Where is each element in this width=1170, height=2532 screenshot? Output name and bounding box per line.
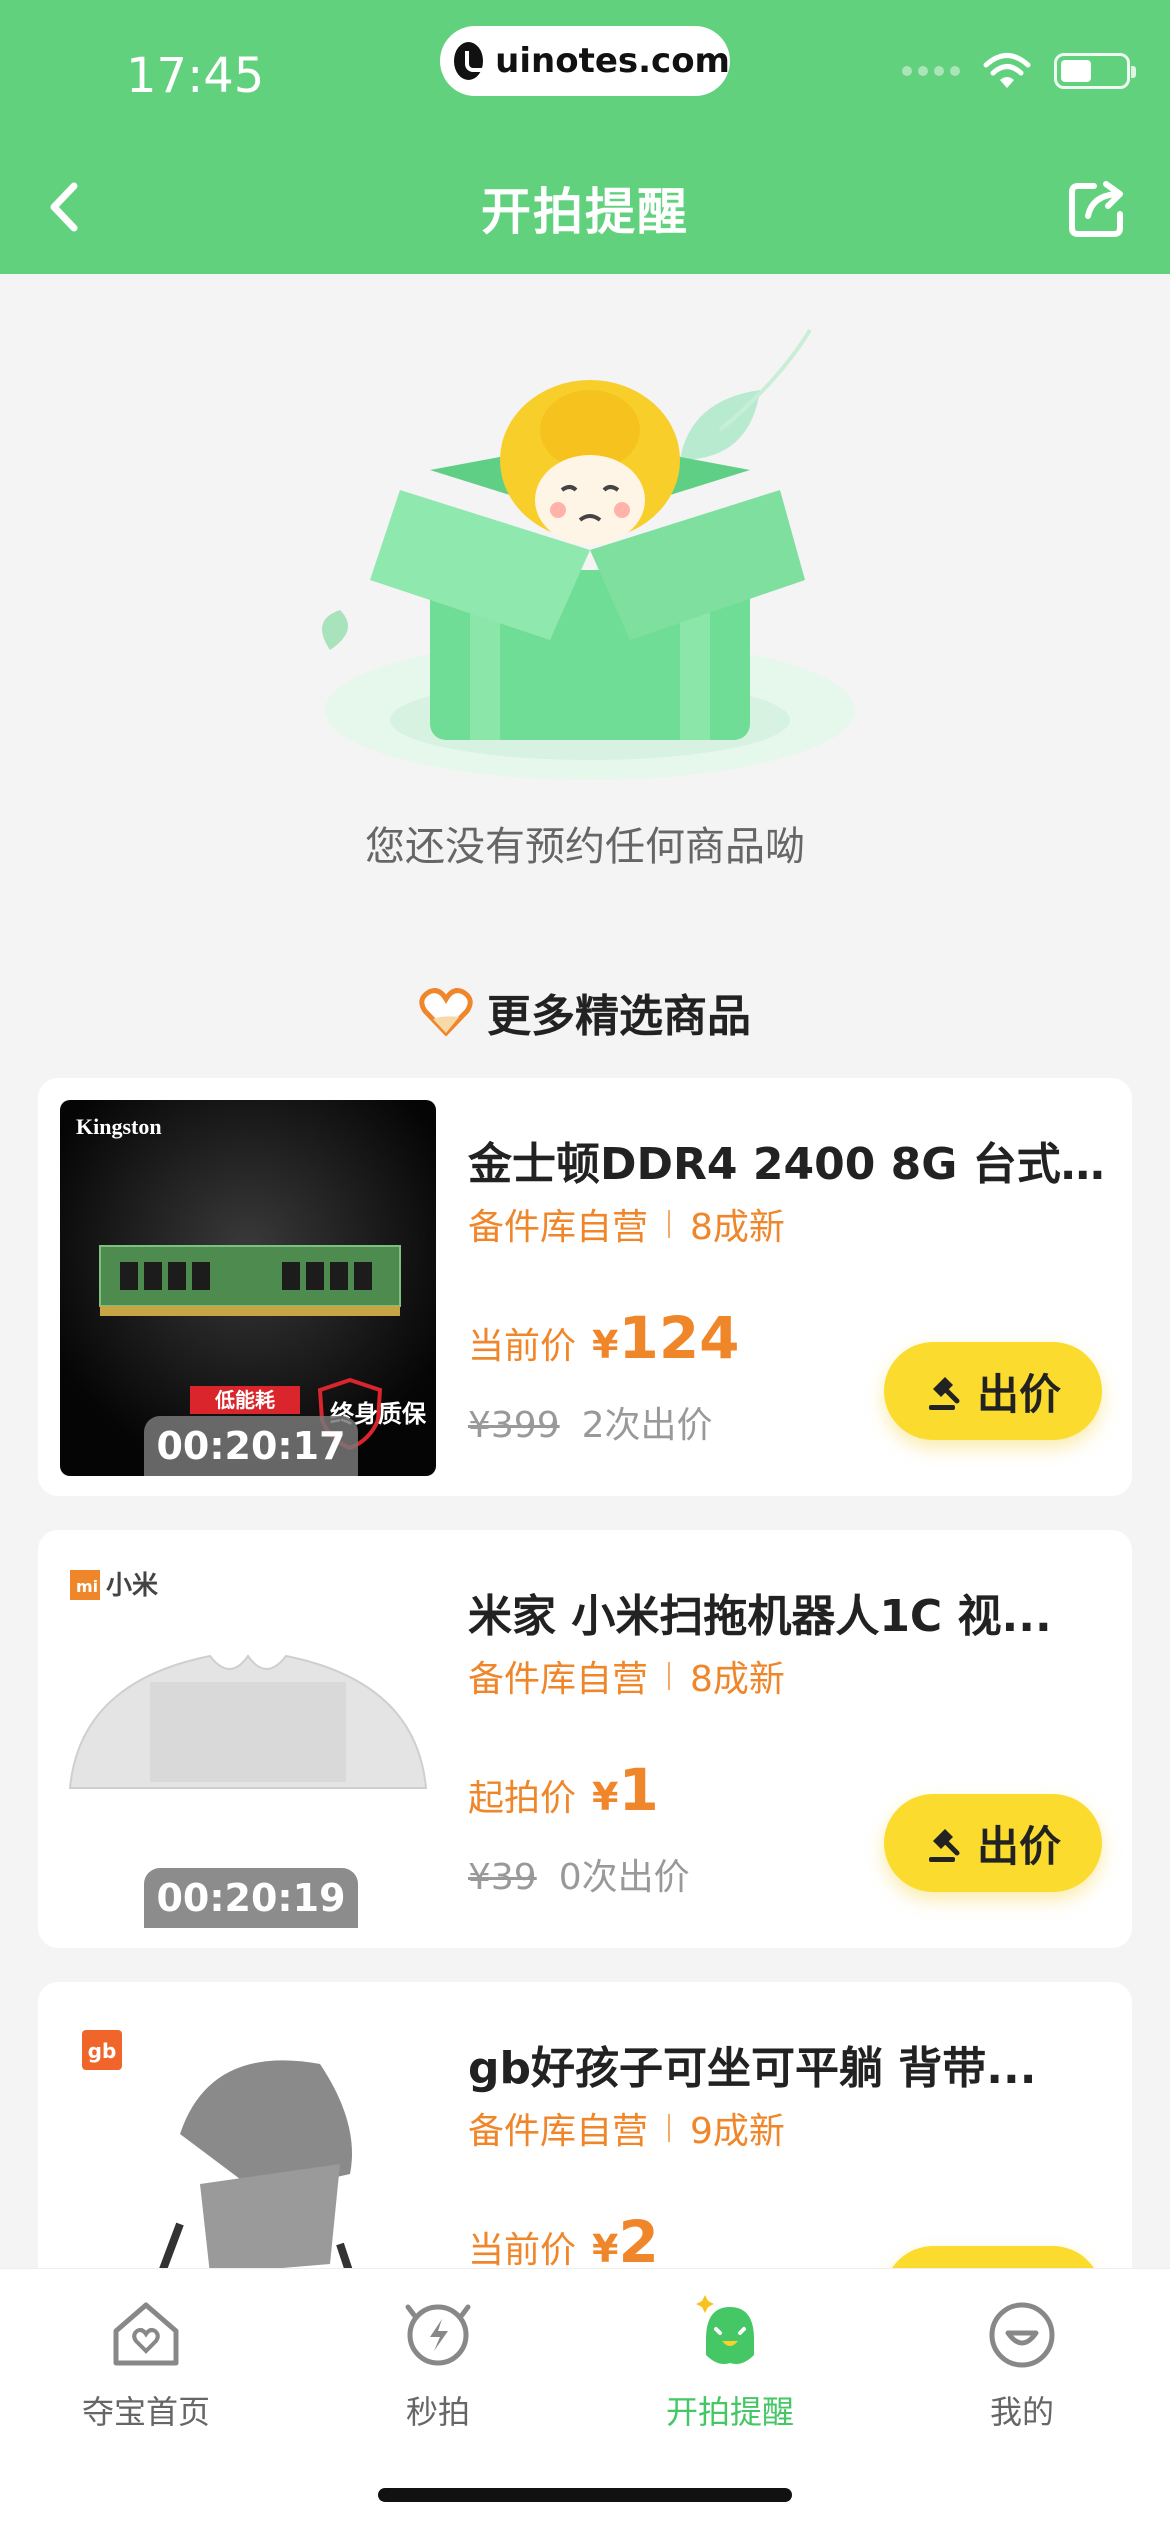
profile-smile-icon [989,2302,1055,2368]
bid-button[interactable]: 出价 [884,1342,1102,1440]
battery-icon [1054,53,1136,89]
product-image: mi 小米 00:20:19 [60,1552,436,1928]
product-image: Kingston 低能耗 终身质保 00:20:17 [60,1100,436,1476]
currency-symbol: ¥ [592,1775,619,1819]
brand-logo: Kingston [76,1114,162,1139]
price-row: 当前价 ¥ 124 [468,1304,740,1372]
currency-symbol: ¥ [592,1323,619,1367]
url-text: uinotes.com [495,41,730,81]
tab-home[interactable]: 夺宝首页 [46,2293,246,2433]
price-row: 当前价 ¥ 2 [468,2208,659,2276]
status-time: 17:45 [126,48,265,104]
brand-logo: 小米 [106,1571,158,1601]
price-row: 起拍价 ¥ 1 [468,1756,659,1824]
site-logo-icon [454,42,490,80]
share-icon[interactable] [1066,176,1130,240]
wifi-icon [983,53,1031,88]
product-tags: 备件库自营 9成新 [468,2102,785,2154]
product-tags: 备件库自营 8成新 [468,1650,785,1702]
condition-tag: 8成新 [690,1659,785,1700]
bid-button-label: 出价 [976,1821,1061,1871]
tab-mine[interactable]: 我的 [922,2293,1122,2433]
current-price: 124 [618,1304,740,1372]
reminder-mascot-icon [696,2295,754,2364]
bid-button[interactable]: 出价 [884,1794,1102,1892]
tab-label: 秒拍 [405,2393,470,2431]
condition-tag: 9成新 [690,2111,785,2152]
condition-tag: 8成新 [690,1207,785,1248]
brand-logo: gb [88,2039,117,2063]
svg-text:低能耗: 低能耗 [214,1388,275,1412]
product-title[interactable]: gb好孩子可坐可平躺 背带... [468,2032,1108,2096]
status-indicators [902,52,1136,90]
bid-button-label: 出价 [976,1369,1061,1419]
gavel-icon [928,1377,960,1410]
tab-label: 开拍提醒 [665,2393,794,2431]
signal-icon [902,66,960,76]
price-label: 当前价 [468,1326,577,1367]
url-pill[interactable]: uinotes.com [440,26,730,96]
current-price: 1 [618,1756,659,1824]
seller-tag: 备件库自营 [468,1659,649,1700]
bid-count: 0次出价 [558,1857,690,1898]
home-heart-icon [113,2302,179,2366]
price-label: 起拍价 [468,1778,577,1819]
product-card[interactable]: Kingston 低能耗 终身质保 00:20:17 金士顿DDR4 2400 … [38,1078,1132,1496]
product-title[interactable]: 米家 小米扫拖机器人1C 视... [468,1580,1108,1644]
original-price-row: ¥39 0次出价 [468,1848,690,1900]
svg-text:mi: mi [76,1577,98,1596]
lightning-clock-icon [405,2304,471,2366]
currency-symbol: ¥ [592,2227,619,2271]
tab-reminder[interactable]: 开拍提醒 [630,2293,830,2433]
original-price: ¥399 [468,1405,560,1446]
bid-count: 2次出价 [581,1405,713,1446]
home-indicator [378,2488,792,2502]
heart-icon [419,988,473,1037]
seller-tag: 备件库自营 [468,2111,649,2152]
section-title: 更多精选商品 [487,991,751,1042]
gavel-icon [928,1829,960,1862]
product-card[interactable]: mi 小米 00:20:19 米家 小米扫拖机器人1C 视... 备件库自营 8… [38,1530,1132,1948]
price-label: 当前价 [468,2230,577,2271]
original-price: ¥39 [468,1857,537,1898]
countdown-timer: 00:20:17 [144,1416,358,1476]
seller-tag: 备件库自营 [468,1207,649,1248]
product-tags: 备件库自营 8成新 [468,1198,785,1250]
header-bar: 17:45 uinotes.com 开拍提醒 [0,0,1170,274]
countdown-timer: 00:20:19 [144,1868,358,1928]
tab-flash-auction[interactable]: 秒拍 [338,2293,538,2433]
original-price-row: ¥399 2次出价 [468,1396,713,1448]
tab-label: 我的 [989,2393,1054,2431]
tab-label: 夺宝首页 [81,2393,210,2431]
section-header: 更多精选商品 [0,980,1170,1044]
page-title: 开拍提醒 [481,183,689,241]
current-price: 2 [618,2208,659,2276]
empty-state-message: 您还没有预约任何商品呦 [365,824,805,870]
empty-box-illustration [322,328,855,780]
product-title[interactable]: 金士顿DDR4 2400 8G 台式... [468,1128,1108,1192]
